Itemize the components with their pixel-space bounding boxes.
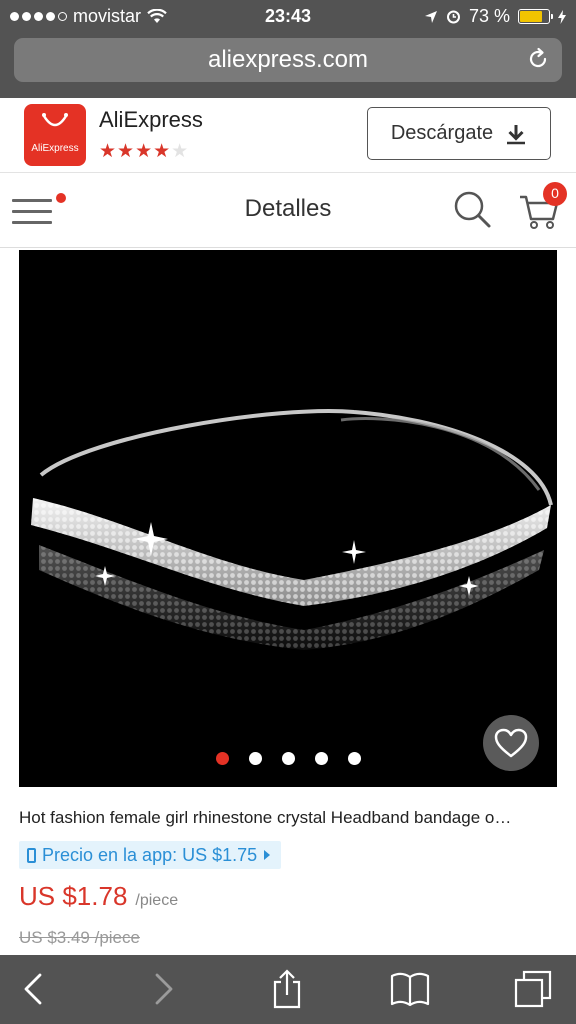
caret-right-icon bbox=[264, 850, 271, 860]
back-icon[interactable] bbox=[14, 969, 54, 1009]
product-image[interactable] bbox=[19, 250, 557, 787]
app-price-text: Precio en la app: US $1.75 bbox=[42, 844, 258, 865]
logo-text: AliExpress bbox=[31, 143, 79, 154]
alarm-icon bbox=[446, 10, 460, 24]
headband-photo bbox=[31, 408, 553, 650]
tabs-icon[interactable] bbox=[513, 969, 553, 1009]
phone-icon bbox=[27, 847, 36, 863]
price: US $1.78 bbox=[19, 881, 128, 911]
product-title[interactable]: Hot fashion female girl rhinestone cryst… bbox=[19, 808, 559, 828]
bookmarks-icon[interactable] bbox=[390, 969, 430, 1009]
download-icon bbox=[507, 124, 526, 144]
page-header: Detalles bbox=[0, 173, 576, 248]
aliexpress-logo: AliExpress bbox=[24, 104, 86, 166]
price-unit: /piece bbox=[135, 892, 179, 909]
carousel-dot[interactable] bbox=[282, 752, 295, 765]
battery-icon bbox=[518, 9, 553, 24]
download-app-button[interactable]: Descárgate bbox=[367, 107, 551, 160]
app-banner: AliExpress AliExpress ★★★★★ Descárgate bbox=[0, 98, 576, 173]
browser-address-area: aliexpress.com bbox=[0, 32, 576, 98]
carousel-dot[interactable] bbox=[216, 752, 229, 765]
status-bar: movistar 23:43 73 % bbox=[0, 0, 576, 32]
app-price-banner[interactable]: Precio en la app: US $1.75 bbox=[19, 841, 282, 869]
smile-bag-icon bbox=[42, 113, 68, 127]
download-label: Descárgate bbox=[390, 122, 494, 144]
cart-count-badge: 0 bbox=[543, 182, 567, 206]
browser-toolbar bbox=[0, 955, 576, 1024]
location-arrow-icon bbox=[424, 10, 437, 23]
carousel-dot[interactable] bbox=[249, 752, 262, 765]
address-bar[interactable]: aliexpress.com bbox=[14, 38, 562, 82]
charging-bolt-icon bbox=[558, 9, 566, 24]
forward-icon[interactable] bbox=[143, 969, 183, 1009]
rating-stars: ★★★★★ bbox=[99, 141, 190, 162]
share-icon[interactable] bbox=[267, 969, 307, 1009]
app-name: AliExpress bbox=[99, 107, 203, 132]
price-row: US $1.78 /piece bbox=[19, 881, 178, 912]
carousel-dot[interactable] bbox=[348, 752, 361, 765]
search-icon[interactable] bbox=[452, 189, 492, 229]
heart-icon bbox=[494, 728, 528, 758]
carousel-dot[interactable] bbox=[315, 752, 328, 765]
image-carousel-dots bbox=[216, 752, 361, 765]
battery-percent: 73 % bbox=[468, 6, 510, 26]
url-text: aliexpress.com bbox=[207, 46, 369, 73]
original-price: US $3.49 /piece bbox=[19, 928, 140, 947]
reload-icon[interactable] bbox=[526, 47, 550, 71]
wishlist-button[interactable] bbox=[483, 715, 539, 771]
